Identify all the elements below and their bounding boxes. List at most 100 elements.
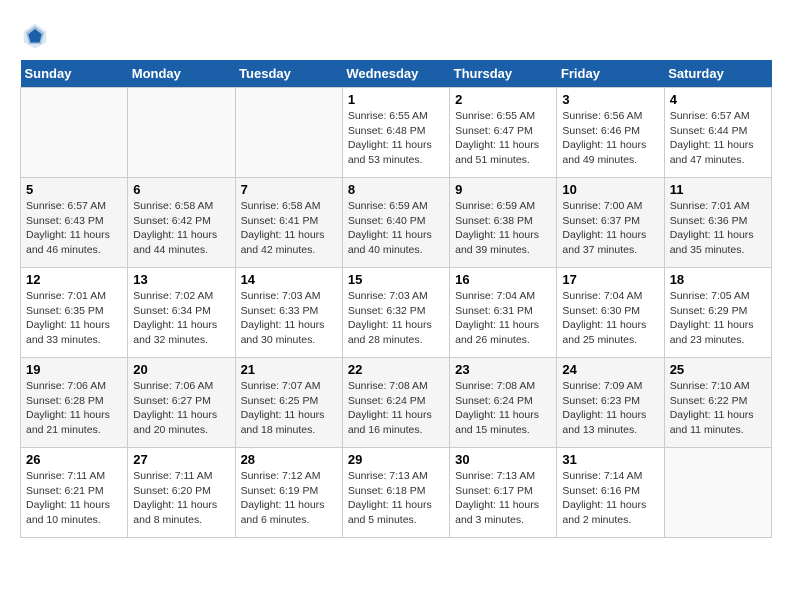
page-header: [20, 20, 772, 50]
weekday-header-saturday: Saturday: [664, 60, 771, 88]
day-number: 11: [670, 182, 766, 197]
calendar-cell: 2 Sunrise: 6:55 AM Sunset: 6:47 PM Daylig…: [450, 88, 557, 178]
calendar-cell: 31 Sunrise: 7:14 AM Sunset: 6:16 PM Dayli…: [557, 448, 664, 538]
day-number: 4: [670, 92, 766, 107]
calendar-cell: 11 Sunrise: 7:01 AM Sunset: 6:36 PM Dayli…: [664, 178, 771, 268]
calendar-cell: 13Sunrise: 7:02 AM Sunset: 6:34 PM Dayli…: [128, 268, 235, 358]
calendar-cell: 26 Sunrise: 7:11 AM Sunset: 6:21 PM Dayli…: [21, 448, 128, 538]
day-info: Sunrise: 7:14 AM Sunset: 6:16 PM Dayligh…: [562, 469, 658, 528]
weekday-header-row: SundayMondayTuesdayWednesdayThursdayFrid…: [21, 60, 772, 88]
day-number: 26: [26, 452, 122, 467]
calendar-cell: 9 Sunrise: 6:59 AM Sunset: 6:38 PM Daylig…: [450, 178, 557, 268]
calendar-cell: 23Sunrise: 7:08 AM Sunset: 6:24 PM Dayli…: [450, 358, 557, 448]
day-info: Sunrise: 7:07 AM Sunset: 6:25 PM Dayligh…: [241, 379, 337, 438]
calendar-cell: 8 Sunrise: 6:59 AM Sunset: 6:40 PM Daylig…: [342, 178, 449, 268]
calendar-cell: 30 Sunrise: 7:13 AM Sunset: 6:17 PM Dayli…: [450, 448, 557, 538]
day-info: Sunrise: 7:01 AM Sunset: 6:36 PM Dayligh…: [670, 199, 766, 258]
calendar-cell: [235, 88, 342, 178]
day-info: Sunrise: 7:13 AM Sunset: 6:18 PM Dayligh…: [348, 469, 444, 528]
calendar-week-4: 19 Sunrise: 7:06 AM Sunset: 6:28 PM Dayli…: [21, 358, 772, 448]
day-info: Sunrise: 6:59 AM Sunset: 6:38 PM Dayligh…: [455, 199, 551, 258]
day-number: 13: [133, 272, 229, 287]
calendar-week-2: 5 Sunrise: 6:57 AM Sunset: 6:43 PM Daylig…: [21, 178, 772, 268]
day-info: Sunrise: 7:11 AM Sunset: 6:21 PM Dayligh…: [26, 469, 122, 528]
day-number: 16: [455, 272, 551, 287]
day-number: 17: [562, 272, 658, 287]
day-number: 1: [348, 92, 444, 107]
day-number: 12: [26, 272, 122, 287]
day-number: 7: [241, 182, 337, 197]
day-number: 9: [455, 182, 551, 197]
day-info: Sunrise: 6:55 AM Sunset: 6:48 PM Dayligh…: [348, 109, 444, 168]
calendar-cell: 1 Sunrise: 6:55 AM Sunset: 6:48 PM Daylig…: [342, 88, 449, 178]
logo: [20, 20, 56, 50]
day-info: Sunrise: 7:13 AM Sunset: 6:17 PM Dayligh…: [455, 469, 551, 528]
calendar-cell: 21 Sunrise: 7:07 AM Sunset: 6:25 PM Dayli…: [235, 358, 342, 448]
day-info: Sunrise: 7:12 AM Sunset: 6:19 PM Dayligh…: [241, 469, 337, 528]
calendar-week-1: 1 Sunrise: 6:55 AM Sunset: 6:48 PM Daylig…: [21, 88, 772, 178]
day-info: Sunrise: 7:03 AM Sunset: 6:32 PM Dayligh…: [348, 289, 444, 348]
calendar-week-5: 26 Sunrise: 7:11 AM Sunset: 6:21 PM Dayli…: [21, 448, 772, 538]
day-info: Sunrise: 7:11 AM Sunset: 6:20 PM Dayligh…: [133, 469, 229, 528]
day-number: 28: [241, 452, 337, 467]
calendar-cell: 25Sunrise: 7:10 AM Sunset: 6:22 PM Dayli…: [664, 358, 771, 448]
calendar-cell: 7 Sunrise: 6:58 AM Sunset: 6:41 PM Daylig…: [235, 178, 342, 268]
day-info: Sunrise: 7:05 AM Sunset: 6:29 PM Dayligh…: [670, 289, 766, 348]
calendar-cell: 28 Sunrise: 7:12 AM Sunset: 6:19 PM Dayli…: [235, 448, 342, 538]
weekday-header-wednesday: Wednesday: [342, 60, 449, 88]
day-info: Sunrise: 7:04 AM Sunset: 6:30 PM Dayligh…: [562, 289, 658, 348]
calendar-cell: 24Sunrise: 7:09 AM Sunset: 6:23 PM Dayli…: [557, 358, 664, 448]
day-number: 6: [133, 182, 229, 197]
weekday-header-friday: Friday: [557, 60, 664, 88]
calendar-cell: 12 Sunrise: 7:01 AM Sunset: 6:35 PM Dayli…: [21, 268, 128, 358]
day-info: Sunrise: 6:55 AM Sunset: 6:47 PM Dayligh…: [455, 109, 551, 168]
day-number: 27: [133, 452, 229, 467]
day-info: Sunrise: 7:01 AM Sunset: 6:35 PM Dayligh…: [26, 289, 122, 348]
day-number: 10: [562, 182, 658, 197]
calendar-cell: 5 Sunrise: 6:57 AM Sunset: 6:43 PM Daylig…: [21, 178, 128, 268]
calendar-body: 1 Sunrise: 6:55 AM Sunset: 6:48 PM Daylig…: [21, 88, 772, 538]
day-info: Sunrise: 7:03 AM Sunset: 6:33 PM Dayligh…: [241, 289, 337, 348]
day-info: Sunrise: 6:59 AM Sunset: 6:40 PM Dayligh…: [348, 199, 444, 258]
calendar-cell: 19 Sunrise: 7:06 AM Sunset: 6:28 PM Dayli…: [21, 358, 128, 448]
day-info: Sunrise: 7:08 AM Sunset: 6:24 PM Dayligh…: [455, 379, 551, 438]
day-number: 24: [562, 362, 658, 377]
day-info: Sunrise: 6:57 AM Sunset: 6:44 PM Dayligh…: [670, 109, 766, 168]
calendar-cell: [128, 88, 235, 178]
day-info: Sunrise: 7:00 AM Sunset: 6:37 PM Dayligh…: [562, 199, 658, 258]
day-number: 18: [670, 272, 766, 287]
calendar-cell: 6Sunrise: 6:58 AM Sunset: 6:42 PM Daylig…: [128, 178, 235, 268]
day-info: Sunrise: 7:06 AM Sunset: 6:28 PM Dayligh…: [26, 379, 122, 438]
weekday-header-monday: Monday: [128, 60, 235, 88]
day-info: Sunrise: 6:57 AM Sunset: 6:43 PM Dayligh…: [26, 199, 122, 258]
weekday-header-tuesday: Tuesday: [235, 60, 342, 88]
calendar-cell: 20Sunrise: 7:06 AM Sunset: 6:27 PM Dayli…: [128, 358, 235, 448]
day-number: 22: [348, 362, 444, 377]
day-info: Sunrise: 7:06 AM Sunset: 6:27 PM Dayligh…: [133, 379, 229, 438]
calendar-cell: 3Sunrise: 6:56 AM Sunset: 6:46 PM Daylig…: [557, 88, 664, 178]
day-number: 31: [562, 452, 658, 467]
day-number: 8: [348, 182, 444, 197]
calendar-cell: [664, 448, 771, 538]
day-number: 14: [241, 272, 337, 287]
logo-icon: [20, 20, 50, 50]
day-number: 30: [455, 452, 551, 467]
calendar-cell: 14 Sunrise: 7:03 AM Sunset: 6:33 PM Dayli…: [235, 268, 342, 358]
weekday-header-thursday: Thursday: [450, 60, 557, 88]
calendar-week-3: 12 Sunrise: 7:01 AM Sunset: 6:35 PM Dayli…: [21, 268, 772, 358]
day-number: 19: [26, 362, 122, 377]
calendar-cell: 4 Sunrise: 6:57 AM Sunset: 6:44 PM Daylig…: [664, 88, 771, 178]
day-number: 15: [348, 272, 444, 287]
day-number: 2: [455, 92, 551, 107]
weekday-header-sunday: Sunday: [21, 60, 128, 88]
day-number: 5: [26, 182, 122, 197]
calendar-cell: 27 Sunrise: 7:11 AM Sunset: 6:20 PM Dayli…: [128, 448, 235, 538]
calendar-cell: 15 Sunrise: 7:03 AM Sunset: 6:32 PM Dayli…: [342, 268, 449, 358]
day-info: Sunrise: 6:58 AM Sunset: 6:41 PM Dayligh…: [241, 199, 337, 258]
calendar-cell: 16Sunrise: 7:04 AM Sunset: 6:31 PM Dayli…: [450, 268, 557, 358]
day-number: 29: [348, 452, 444, 467]
calendar-cell: 18 Sunrise: 7:05 AM Sunset: 6:29 PM Dayli…: [664, 268, 771, 358]
calendar-table: SundayMondayTuesdayWednesdayThursdayFrid…: [20, 60, 772, 538]
day-number: 25: [670, 362, 766, 377]
day-number: 21: [241, 362, 337, 377]
